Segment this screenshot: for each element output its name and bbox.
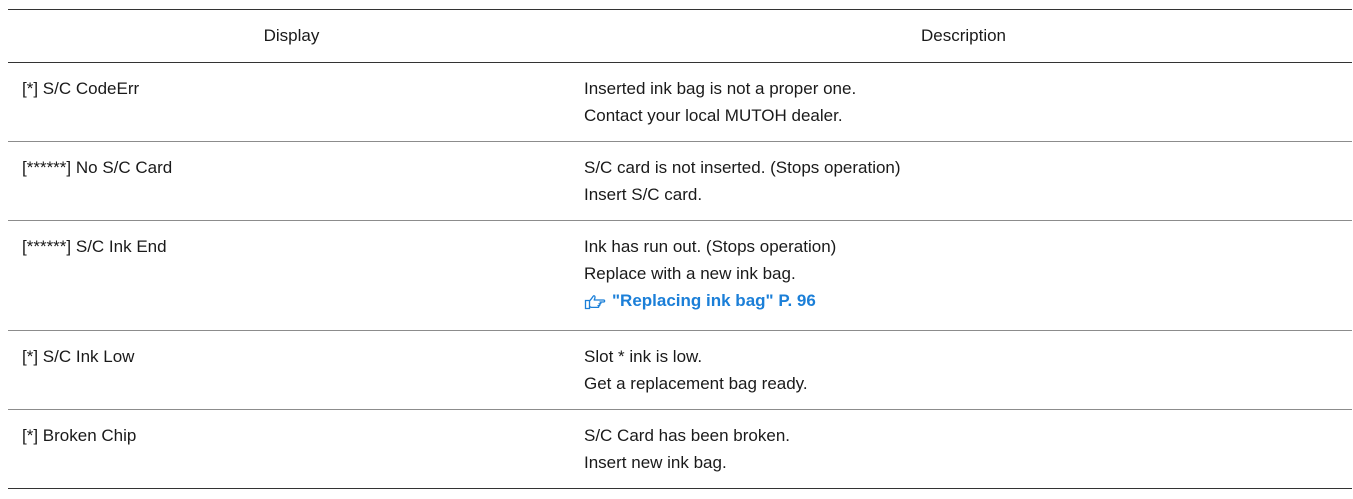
display-cell: [*] S/C CodeErr — [8, 62, 575, 142]
display-cell: [*] S/C Ink Low — [8, 330, 575, 410]
header-description: Description — [575, 9, 1352, 63]
table-row: [******] No S/C Card S/C card is not ins… — [8, 141, 1352, 221]
description-cell: S/C card is not inserted. (Stops operati… — [575, 141, 1352, 221]
description-line: Contact your local MUTOH dealer. — [584, 106, 843, 125]
description-line: S/C Card has been broken. — [584, 425, 791, 445]
description-line: S/C card is not inserted. (Stops operati… — [584, 158, 901, 177]
description-line: Insert new ink bag. — [584, 452, 727, 472]
pointing-hand-icon — [584, 294, 606, 309]
link-label: "Replacing ink bag" P. 96 — [612, 291, 816, 310]
description-line: Inserted ink bag is not a proper one. — [584, 79, 857, 98]
description-cell: Slot * ink is low. Get a replacement bag… — [575, 330, 1352, 410]
display-cell: [******] No S/C Card — [8, 141, 575, 221]
header-display: Display — [8, 9, 575, 63]
description-line: Slot * ink is low. — [584, 346, 703, 366]
display-cell: [******] S/C Ink End — [8, 220, 575, 331]
table-row: [*] S/C CodeErr Inserted ink bag is not … — [8, 62, 1352, 142]
description-line: Ink has run out. (Stops operation) — [584, 237, 837, 256]
error-message-table-container: Display Description [*] S/C CodeErr Inse… — [8, 9, 1352, 489]
table-row: [*] S/C Ink Low Slot * ink is low. Get a… — [8, 330, 1352, 410]
description-line: Get a replacement bag ready. — [584, 373, 808, 393]
table-header-row: Display Description — [8, 9, 1352, 63]
table-row: [*] Broken Chip S/C Card has been broken… — [8, 409, 1352, 489]
table-row: [******] S/C Ink End Ink has run out. (S… — [8, 220, 1352, 331]
description-cell: Inserted ink bag is not a proper one. Co… — [575, 62, 1352, 142]
description-cell: Ink has run out. (Stops operation) Repla… — [575, 220, 1352, 331]
reference-line: "Replacing ink bag" P. 96 — [584, 287, 1352, 318]
replacing-ink-bag-link[interactable]: "Replacing ink bag" P. 96 — [584, 287, 816, 314]
description-line: Insert S/C card. — [584, 185, 703, 204]
description-cell: S/C Card has been broken. Insert new ink… — [575, 409, 1352, 489]
description-line: Replace with a new ink bag. — [584, 264, 796, 283]
display-cell: [*] Broken Chip — [8, 409, 575, 489]
error-message-table: Display Description [*] S/C CodeErr Inse… — [8, 9, 1352, 489]
